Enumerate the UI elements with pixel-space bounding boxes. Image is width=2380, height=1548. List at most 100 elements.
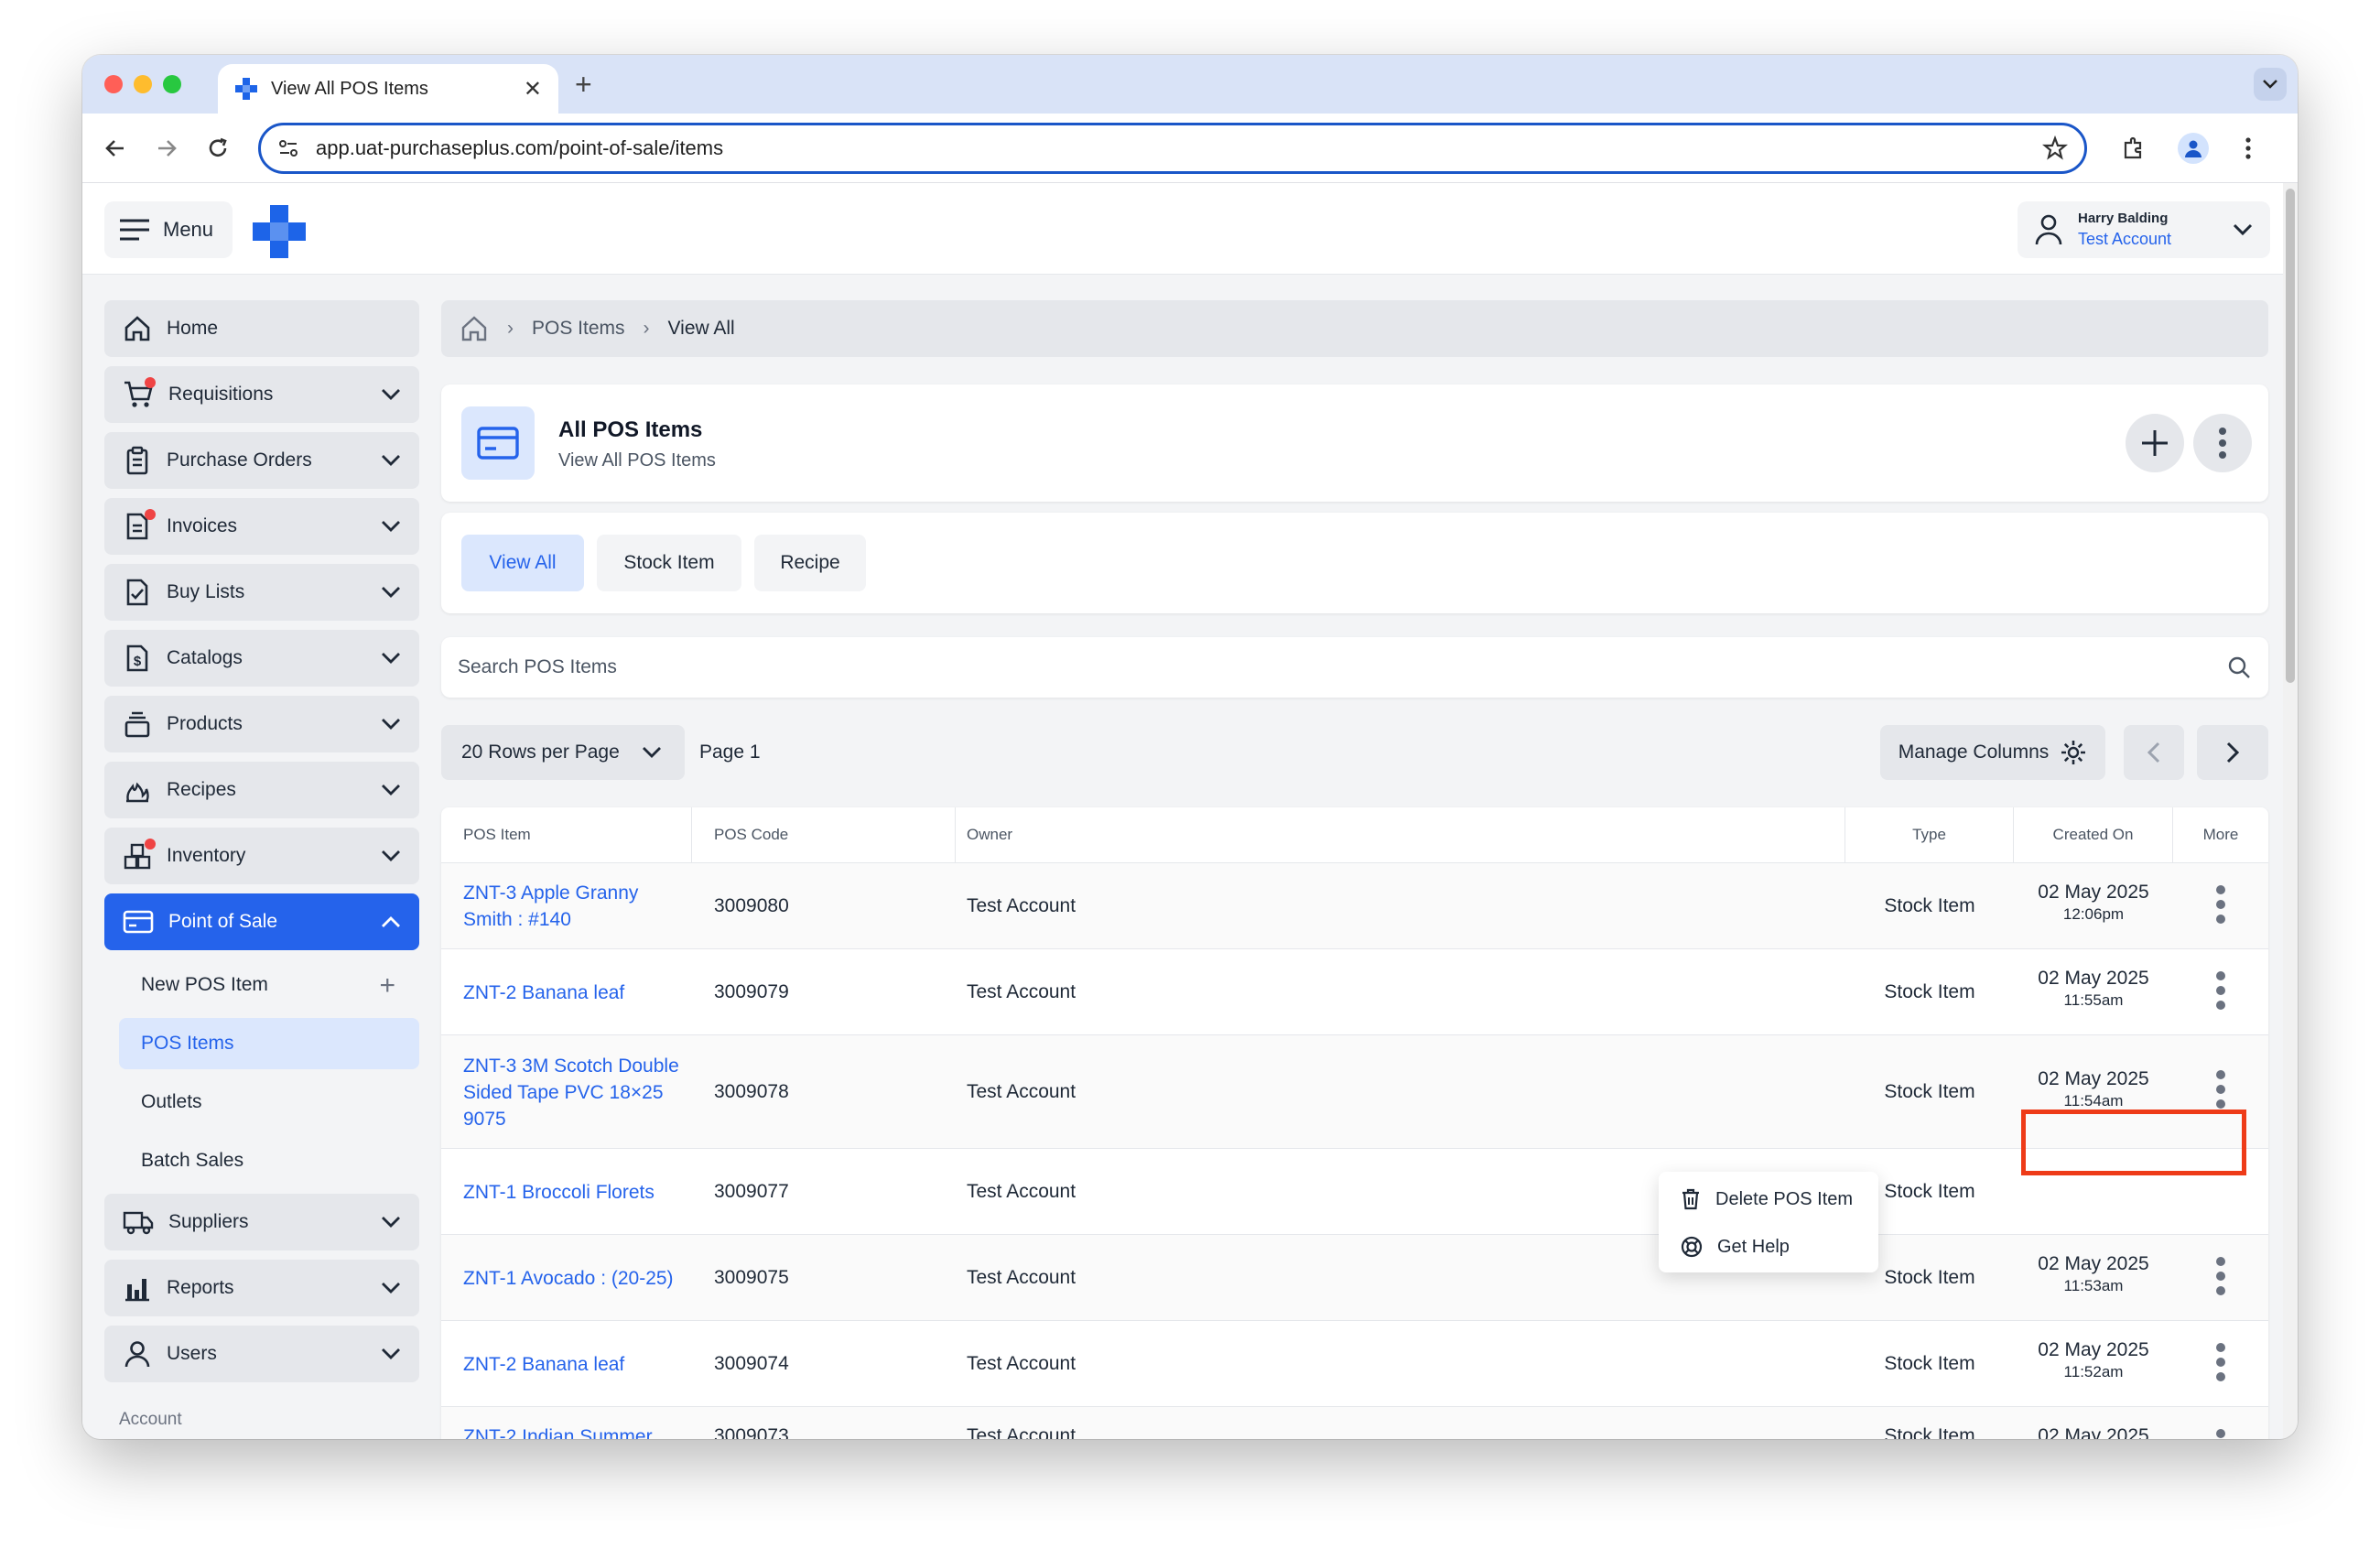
purchaseplus-logo-icon[interactable] bbox=[251, 203, 308, 260]
pos-code: 3009080 bbox=[714, 895, 789, 916]
sidebar-item-requisitions[interactable]: Requisitions bbox=[104, 366, 419, 423]
column-header-type[interactable]: Type bbox=[1845, 807, 2014, 862]
created-date: 02 May 2025 bbox=[2038, 968, 2149, 989]
sidebar-item-label: Catalogs bbox=[167, 647, 243, 668]
table-row[interactable]: ZNT-2 Banana leaf 3009079 Test Account S… bbox=[441, 948, 2268, 1034]
new-tab-icon[interactable]: + bbox=[575, 68, 592, 102]
owner: Test Account bbox=[967, 1181, 1076, 1202]
row-more-options-icon[interactable] bbox=[2212, 1429, 2230, 1439]
pos-item-link[interactable]: ZNT-3 Apple Granny Smith : #140 bbox=[463, 863, 683, 949]
sidebar-item-catalogs[interactable]: $ Catalogs bbox=[104, 630, 419, 687]
pos-item-link[interactable]: ZNT-1 Broccoli Florets bbox=[463, 1149, 654, 1235]
pos-item-link[interactable]: ZNT-2 Indian Summer bbox=[463, 1424, 653, 1439]
chevron-left-icon bbox=[2147, 742, 2160, 763]
pos-item-link[interactable]: ZNT-2 Banana leaf bbox=[463, 949, 624, 1035]
user-account-switcher[interactable]: Harry Balding Test Account bbox=[2018, 201, 2270, 258]
close-tab-icon[interactable]: ✕ bbox=[524, 76, 542, 103]
sidebar-item-suppliers[interactable]: Suppliers bbox=[104, 1194, 419, 1250]
user-icon bbox=[124, 1341, 150, 1368]
owner: Test Account bbox=[967, 981, 1076, 1002]
site-settings-icon[interactable] bbox=[277, 137, 299, 159]
browser-menu-icon[interactable] bbox=[2228, 128, 2268, 168]
row-more-options-icon[interactable] bbox=[2212, 971, 2230, 1010]
table-row[interactable]: ZNT-1 Avocado : (20-25) 3009075 Test Acc… bbox=[441, 1234, 2268, 1320]
row-more-options-icon[interactable] bbox=[2212, 885, 2230, 924]
table-row[interactable]: ZNT-3 3M Scotch Double Sided Tape PVC 18… bbox=[441, 1034, 2268, 1148]
page-scrollbar[interactable] bbox=[2283, 183, 2298, 1439]
bookmark-star-icon[interactable] bbox=[2042, 135, 2068, 161]
tab-view-all[interactable]: View All bbox=[461, 535, 584, 591]
extensions-icon[interactable] bbox=[2113, 128, 2153, 168]
back-icon[interactable] bbox=[97, 130, 134, 167]
highlight-annotation-box bbox=[2021, 1110, 2246, 1175]
pos-code: 3009075 bbox=[714, 1267, 789, 1288]
close-window-button[interactable] bbox=[104, 75, 123, 93]
sidebar-item-inventory[interactable]: Inventory bbox=[104, 828, 419, 884]
table-row[interactable]: ZNT-1 Broccoli Florets 3009077 Test Acco… bbox=[441, 1148, 2268, 1234]
sidebar-item-buy-lists[interactable]: Buy Lists bbox=[104, 564, 419, 621]
row-more-options-icon[interactable] bbox=[2212, 1343, 2230, 1381]
sidebar-item-users[interactable]: Users bbox=[104, 1326, 419, 1382]
column-header-pos-code[interactable]: POS Code bbox=[692, 807, 956, 862]
home-icon[interactable] bbox=[460, 314, 489, 343]
reload-icon[interactable] bbox=[200, 130, 236, 167]
sidebar-subitem-pos-items[interactable]: POS Items bbox=[119, 1018, 419, 1069]
rows-per-page-select[interactable]: 20 Rows per Page bbox=[441, 725, 685, 780]
next-page-button[interactable] bbox=[2197, 725, 2268, 780]
table-row[interactable]: ZNT-3 Apple Granny Smith : #140 3009080 … bbox=[441, 862, 2268, 948]
pos-item-link[interactable]: ZNT-3 3M Scotch Double Sided Tape PVC 18… bbox=[463, 1035, 701, 1149]
created-time: 11:54am bbox=[2063, 1092, 2124, 1110]
sidebar-item-recipes[interactable]: Recipes bbox=[104, 762, 419, 818]
manage-columns-button[interactable]: Manage Columns bbox=[1880, 725, 2105, 780]
column-header-created-on[interactable]: Created On bbox=[2014, 807, 2173, 862]
created-on: 02 May 2025 12:06pm bbox=[2009, 882, 2178, 924]
breadcrumb: › POS Items › View All bbox=[441, 300, 2268, 357]
pos-item-link[interactable]: ZNT-1 Avocado : (20-25) bbox=[463, 1235, 674, 1321]
sidebar-item-reports[interactable]: Reports bbox=[104, 1260, 419, 1316]
column-header-pos-item[interactable]: POS Item bbox=[441, 807, 692, 862]
pos-item-name-line: Smith : #140 bbox=[463, 909, 571, 930]
breadcrumb-pos-items[interactable]: POS Items bbox=[532, 318, 625, 340]
page-title-card: All POS Items View All POS Items bbox=[441, 384, 2268, 502]
page-title: All POS Items bbox=[558, 417, 703, 442]
sidebar-item-products[interactable]: Products bbox=[104, 696, 419, 752]
sidebar-item-home[interactable]: Home bbox=[104, 300, 419, 357]
column-header-more: More bbox=[2202, 826, 2239, 843]
profile-avatar[interactable] bbox=[2173, 128, 2213, 168]
pos-item-name-line: ZNT-3 3M Scotch Double bbox=[463, 1055, 679, 1077]
chevron-down-icon bbox=[382, 1217, 400, 1228]
tab-stock-item[interactable]: Stock Item bbox=[597, 535, 741, 591]
sidebar-subitem-new-pos-item[interactable]: New POS Item + bbox=[119, 959, 419, 1011]
created-date: 02 May 2025 bbox=[2038, 1253, 2149, 1274]
sidebar-item-purchase-orders[interactable]: Purchase Orders bbox=[104, 432, 419, 489]
tab-search-button[interactable] bbox=[2254, 68, 2287, 101]
user-icon bbox=[2035, 214, 2062, 245]
row-more-options-icon[interactable] bbox=[2212, 1070, 2230, 1109]
minimize-window-button[interactable] bbox=[134, 75, 152, 93]
forward-icon[interactable] bbox=[148, 130, 185, 167]
table-row[interactable]: ZNT-2 Banana leaf 3009074 Test Account S… bbox=[441, 1320, 2268, 1406]
search-icon[interactable] bbox=[2226, 655, 2252, 680]
column-header-owner[interactable]: Owner bbox=[956, 807, 1845, 862]
sidebar-item-invoices[interactable]: Invoices bbox=[104, 498, 419, 555]
row-more-options-icon[interactable] bbox=[2212, 1257, 2230, 1295]
tab-recipe[interactable]: Recipe bbox=[754, 535, 866, 591]
sidebar-item-point-of-sale[interactable]: Point of Sale bbox=[104, 893, 419, 950]
maximize-window-button[interactable] bbox=[163, 75, 181, 93]
url-text[interactable]: app.uat-purchaseplus.com/point-of-sale/i… bbox=[316, 136, 2042, 160]
sidebar-subitem-batch-sales[interactable]: Batch Sales bbox=[119, 1135, 419, 1186]
add-pos-item-button[interactable] bbox=[2126, 414, 2184, 472]
scrollbar-thumb[interactable] bbox=[2286, 189, 2295, 683]
get-help-menu-item[interactable]: Get Help bbox=[1659, 1223, 1878, 1271]
pos-item-link[interactable]: ZNT-2 Banana leaf bbox=[463, 1321, 624, 1407]
browser-tab-active[interactable]: View All POS Items ✕ bbox=[218, 64, 558, 114]
previous-page-button[interactable] bbox=[2124, 725, 2184, 780]
delete-pos-item-menu-item[interactable]: Delete POS Item bbox=[1659, 1175, 1878, 1223]
sidebar-subitem-outlets[interactable]: Outlets bbox=[119, 1077, 419, 1128]
page-more-options-button[interactable] bbox=[2193, 414, 2252, 472]
search-input[interactable]: Search POS Items bbox=[441, 637, 2268, 698]
address-bar[interactable]: app.uat-purchaseplus.com/point-of-sale/i… bbox=[258, 123, 2087, 174]
sidebar-item-label: Recipes bbox=[167, 779, 236, 800]
table-row[interactable]: ZNT-2 Indian Summer 3009073 Test Account… bbox=[441, 1406, 2268, 1439]
menu-button[interactable]: Menu bbox=[104, 201, 233, 258]
